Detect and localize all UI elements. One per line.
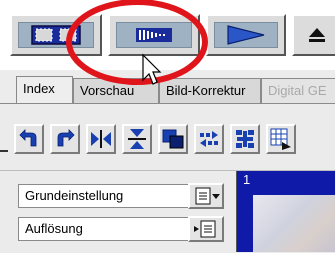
flip-horizontal-button[interactable]: [86, 124, 116, 154]
resolution-label: Auflösung: [25, 221, 83, 236]
preset-menu-button[interactable]: [188, 183, 224, 209]
preview-frame[interactable]: 1: [236, 171, 335, 252]
frame-select-icon: [31, 25, 81, 45]
tab-label: Digital GE: [268, 83, 327, 98]
preset-label: Grundeinstellung: [25, 188, 124, 203]
select-frames-button[interactable]: [10, 14, 102, 56]
frame-grid-icon: [236, 130, 254, 148]
flip-vertical-icon: [128, 129, 146, 149]
tab-bild-korrektur[interactable]: Bild-Korrektur: [159, 78, 261, 104]
rotate-right-button[interactable]: [50, 124, 80, 154]
eject-button[interactable]: [292, 14, 335, 56]
overlap-frames-button[interactable]: [158, 124, 188, 154]
play-icon: [227, 25, 265, 45]
play-button[interactable]: [206, 14, 286, 56]
tab-label: Index: [23, 81, 55, 96]
tab-label: Bild-Korrektur: [166, 83, 246, 98]
preview-thumbnail: [253, 195, 335, 252]
tab-index[interactable]: Index: [16, 76, 73, 104]
flip-vertical-button[interactable]: [122, 124, 152, 154]
grid-arrow-button[interactable]: [266, 124, 296, 154]
swap-arrows-button[interactable]: [194, 124, 224, 154]
rotate-left-button[interactable]: [14, 124, 44, 154]
tab-strip: Index Vorschau Bild-Korrektur Digital GE: [0, 70, 335, 104]
rotate-left-icon: [19, 129, 37, 147]
tab-label: Vorschau: [80, 83, 135, 98]
frame-grid-button[interactable]: [230, 124, 260, 154]
tab-vorschau[interactable]: Vorschau: [73, 78, 159, 104]
flip-horizontal-icon: [91, 130, 111, 148]
frame-number: 1: [243, 172, 251, 187]
gradient-button[interactable]: [108, 14, 200, 56]
rotate-right-icon: [57, 129, 75, 147]
eject-icon: [309, 28, 325, 42]
tab-digital-ge: Digital GE: [261, 78, 335, 104]
list-arrow-icon: [194, 220, 216, 238]
list-dropdown-icon: [195, 187, 220, 205]
resolution-menu-button[interactable]: [188, 216, 224, 242]
grid-arrow-icon: [270, 128, 291, 150]
scanner-window: Index Vorschau Bild-Korrektur Digital GE: [0, 0, 335, 253]
overlap-frames-icon: [162, 129, 184, 149]
edge-marker: [0, 150, 8, 152]
gradient-ramp-icon: [136, 28, 172, 42]
swap-arrows-icon: [200, 131, 218, 147]
